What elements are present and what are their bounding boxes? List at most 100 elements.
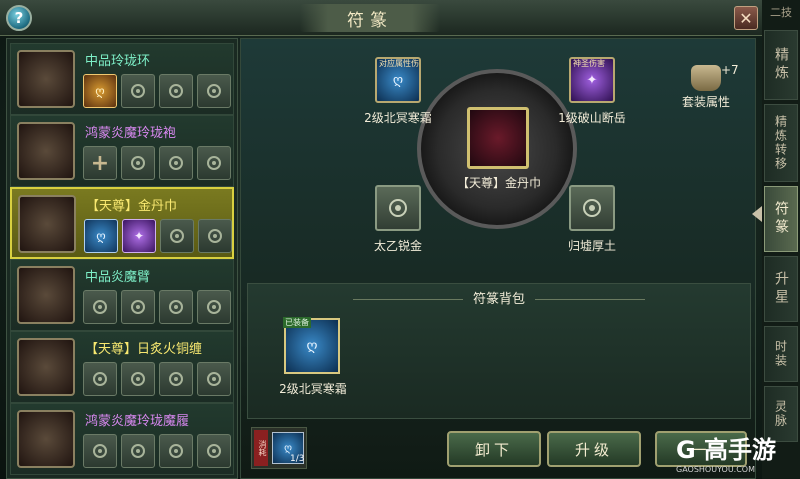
locked-slot[interactable] <box>121 290 155 324</box>
tab-refine[interactable]: 精炼 <box>764 30 798 100</box>
tab-fashion[interactable]: 时装 <box>764 326 798 382</box>
fuzhuan-slot-top-right[interactable]: 神圣伤害 ✦ <box>569 57 615 103</box>
lock-icon <box>207 372 221 386</box>
locked-slot[interactable] <box>159 290 193 324</box>
fuzhuan-label-top-left: 2级北冥寒霜 <box>364 111 432 125</box>
window-title: 符篆 <box>300 4 440 32</box>
lock-icon <box>207 444 221 458</box>
locked-slot[interactable] <box>159 362 193 396</box>
right-tab-bar: 二技 精炼 精炼转移 符篆 升星 时装 灵脉 <box>762 0 800 479</box>
lock-icon <box>131 84 145 98</box>
lock-icon <box>389 199 407 217</box>
upgrade-button[interactable]: 升级 <box>547 431 641 467</box>
equipment-slots: ღ <box>83 74 231 108</box>
add-slot-button[interactable]: + <box>83 146 117 180</box>
tab-top[interactable]: 二技 <box>764 2 798 24</box>
locked-slot[interactable] <box>83 434 117 468</box>
equipment-item[interactable]: 中品炎魔臂 <box>10 259 234 331</box>
lock-icon <box>131 444 145 458</box>
equipped-badge: 已装备 <box>283 317 311 328</box>
lock-icon <box>207 300 221 314</box>
active-tab-arrow-icon <box>752 206 762 222</box>
title-bar: ? 符篆 ✕ <box>0 0 762 36</box>
watermark-site: GAOSHOUYOU.COM <box>676 465 756 474</box>
center-equipment-slot[interactable] <box>467 107 529 169</box>
tab-upgrade-star[interactable]: 升星 <box>764 256 798 322</box>
equipment-item[interactable]: 鸿蒙炎魔玲珑魔履 <box>10 403 234 475</box>
rune-icon: ღ <box>306 338 318 354</box>
fuzhuan-bag: 符篆背包 已装备 ღ 2级北冥寒霜 <box>247 283 751 419</box>
lock-icon <box>583 199 601 217</box>
locked-slot[interactable] <box>197 434 231 468</box>
lock-icon <box>169 372 183 386</box>
fuzhuan-slot-bottom-right[interactable] <box>569 185 615 231</box>
locked-slot[interactable] <box>159 74 193 108</box>
equipment-name: 【天尊】金丹巾 <box>86 199 178 214</box>
locked-slot[interactable] <box>121 362 155 396</box>
tab-fuzhuan[interactable]: 符篆 <box>764 186 798 252</box>
consume-count: 1/3 <box>290 454 305 464</box>
tab-refine-transfer[interactable]: 精炼转移 <box>764 104 798 182</box>
fuzhuan-main-panel: 【天尊】金丹巾 对应属性伤 ღ 2级北冥寒霜 神圣伤害 ✦ 1级破山断岳 太乙锐… <box>240 38 756 479</box>
locked-slot[interactable] <box>197 362 231 396</box>
help-button[interactable]: ? <box>6 5 32 31</box>
consume-item[interactable]: 消耗 ღ 1/3 <box>251 427 307 469</box>
equipment-slots: + <box>83 146 231 180</box>
equipment-portrait <box>17 266 75 324</box>
equipment-slots <box>83 434 231 468</box>
lock-icon <box>93 300 107 314</box>
equipment-name: 鸿蒙炎魔玲珑袍 <box>85 126 177 141</box>
locked-slot[interactable] <box>197 290 231 324</box>
equipment-name: 中品炎魔臂 <box>85 270 151 285</box>
equipment-portrait <box>17 122 75 180</box>
rune-icon: ღ <box>392 72 404 88</box>
rune-slot[interactable]: ღ <box>83 74 117 108</box>
equipment-name: 【天尊】日炙火铜缠 <box>85 342 203 357</box>
set-attribute-button[interactable]: +7 套装属性 <box>671 63 741 115</box>
equipment-name: 中品玲珑环 <box>85 54 151 69</box>
locked-slot[interactable] <box>83 290 117 324</box>
equipment-slots: ღ ✦ <box>84 219 232 253</box>
equipment-portrait <box>18 195 76 253</box>
slot-tag: 对应属性伤 <box>379 59 419 68</box>
unload-button[interactable]: 卸下 <box>447 431 541 467</box>
armor-icon <box>691 65 721 91</box>
lock-icon <box>169 300 183 314</box>
close-button[interactable]: ✕ <box>734 6 758 30</box>
rune-slot[interactable]: ✦ <box>122 219 156 253</box>
locked-slot[interactable] <box>198 219 232 253</box>
slot-tag: 神圣伤害 <box>573 59 605 68</box>
bag-item[interactable]: 已装备 ღ <box>283 317 340 374</box>
locked-slot[interactable] <box>121 434 155 468</box>
equipment-portrait <box>17 338 75 396</box>
equipment-item[interactable]: 【天尊】日炙火铜缠 <box>10 331 234 403</box>
lock-icon <box>93 444 107 458</box>
fuzhuan-slot-top-left[interactable]: 对应属性伤 ღ <box>375 57 421 103</box>
lock-icon <box>169 444 183 458</box>
locked-slot[interactable] <box>83 362 117 396</box>
game-window: ? 符篆 ✕ 中品玲珑环 ღ 鸿蒙炎魔玲珑袍 + 【天尊】金丹巾 ღ ✦ 中品炎魔臂 【天尊】日… <box>0 0 800 479</box>
equipment-list: 中品玲珑环 ღ 鸿蒙炎魔玲珑袍 + 【天尊】金丹巾 ღ ✦ 中品炎魔臂 【天尊】日炙火铜缠 鸿蒙炎… <box>6 38 238 479</box>
locked-slot[interactable] <box>197 74 231 108</box>
lock-icon <box>169 156 183 170</box>
equipment-item[interactable]: 中品玲珑环 ღ <box>10 43 234 115</box>
lock-icon <box>131 156 145 170</box>
rune-slot[interactable]: ღ <box>84 219 118 253</box>
rune-icon: ✦ <box>586 72 598 88</box>
lock-icon <box>207 156 221 170</box>
locked-slot[interactable] <box>160 219 194 253</box>
fuzhuan-label-top-right: 1级破山断岳 <box>558 111 626 125</box>
fuzhuan-slot-bottom-left[interactable] <box>375 185 421 231</box>
lock-icon <box>208 229 222 243</box>
equipment-item[interactable]: 鸿蒙炎魔玲珑袍 + <box>10 115 234 187</box>
equipment-name: 鸿蒙炎魔玲珑魔履 <box>85 414 190 429</box>
locked-slot[interactable] <box>197 146 231 180</box>
consume-tag: 消耗 <box>254 430 268 466</box>
locked-slot[interactable] <box>121 146 155 180</box>
locked-slot[interactable] <box>159 434 193 468</box>
locked-slot[interactable] <box>159 146 193 180</box>
equipment-item[interactable]: 【天尊】金丹巾 ღ ✦ <box>10 187 234 259</box>
bag-title: 符篆背包 <box>248 288 750 307</box>
locked-slot[interactable] <box>121 74 155 108</box>
bag-item-label: 2级北冥寒霜 <box>279 382 347 396</box>
